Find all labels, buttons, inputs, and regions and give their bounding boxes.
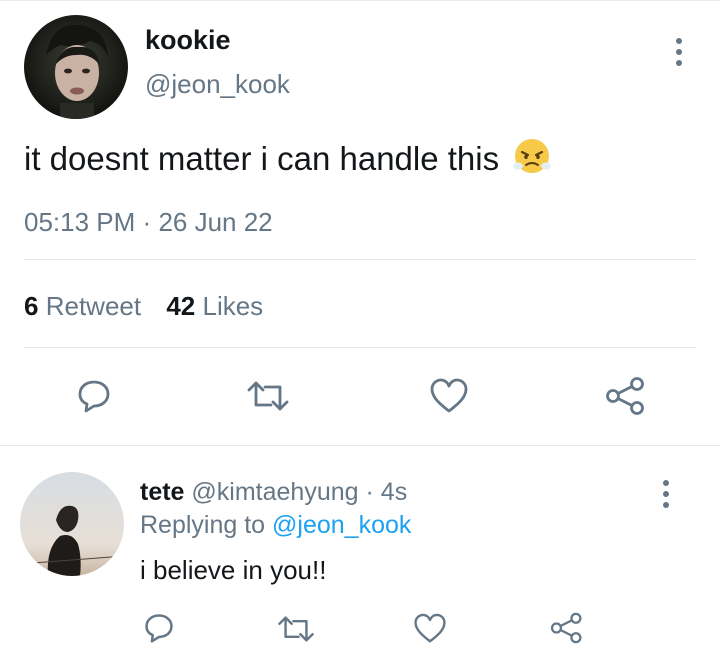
reply-age: 4s — [380, 478, 408, 506]
retweet-icon[interactable] — [245, 378, 291, 414]
divider — [24, 347, 696, 348]
likes-label: Likes — [202, 291, 264, 321]
replying-to-label: Replying to — [140, 511, 266, 539]
avatar[interactable] — [24, 15, 128, 119]
retweet-label: Retweet — [45, 291, 142, 321]
section-divider — [0, 445, 720, 446]
angry-face-emoji-icon — [512, 136, 552, 185]
reply-retweet-icon[interactable] — [276, 613, 316, 645]
author-handle[interactable]: @jeon_kook — [145, 68, 290, 100]
tweet-time: 05:13 PM — [24, 207, 136, 237]
tweet-text: it doesnt matter i can handle this — [24, 140, 500, 177]
reply-header: tete @kimtaehyung · 4s — [140, 477, 407, 507]
timestamp-separator: · — [142, 207, 152, 237]
retweet-count: 6 — [24, 291, 39, 321]
reply-icon[interactable] — [76, 378, 112, 414]
tweet-body: it doesnt matter i can handle this — [24, 136, 552, 185]
tweet-date: 26 Jun 22 — [158, 207, 273, 237]
reply-display-name[interactable]: tete — [140, 478, 184, 506]
reply-more-options-icon[interactable] — [662, 480, 670, 508]
reply-avatar[interactable] — [20, 472, 124, 576]
reply-text: i believe in you!! — [140, 555, 327, 585]
like-heart-icon[interactable] — [429, 378, 469, 414]
author-display-name[interactable]: kookie — [145, 24, 231, 56]
replying-to-handle-link[interactable]: @jeon_kook — [272, 511, 411, 539]
replying-to-line: Replying to @jeon_kook — [140, 510, 411, 540]
reply-share-icon[interactable] — [550, 611, 584, 645]
likes-stat[interactable]: 42 Likes — [166, 291, 263, 321]
tweet-timestamp[interactable]: 05:13 PM · 26 Jun 22 — [24, 206, 273, 238]
reply-reply-icon[interactable] — [143, 612, 175, 644]
more-options-icon[interactable] — [675, 38, 683, 66]
reply-separator: · — [365, 478, 374, 506]
retweet-stat[interactable]: 6 Retweet — [24, 291, 148, 321]
divider — [24, 259, 696, 260]
top-divider — [0, 0, 720, 1]
tweet-stats: 6 Retweet 42 Likes — [24, 290, 263, 322]
reply-like-heart-icon[interactable] — [413, 613, 447, 644]
share-icon[interactable] — [605, 376, 647, 416]
reply-handle[interactable]: @kimtaehyung — [191, 478, 358, 506]
likes-count: 42 — [166, 291, 196, 321]
